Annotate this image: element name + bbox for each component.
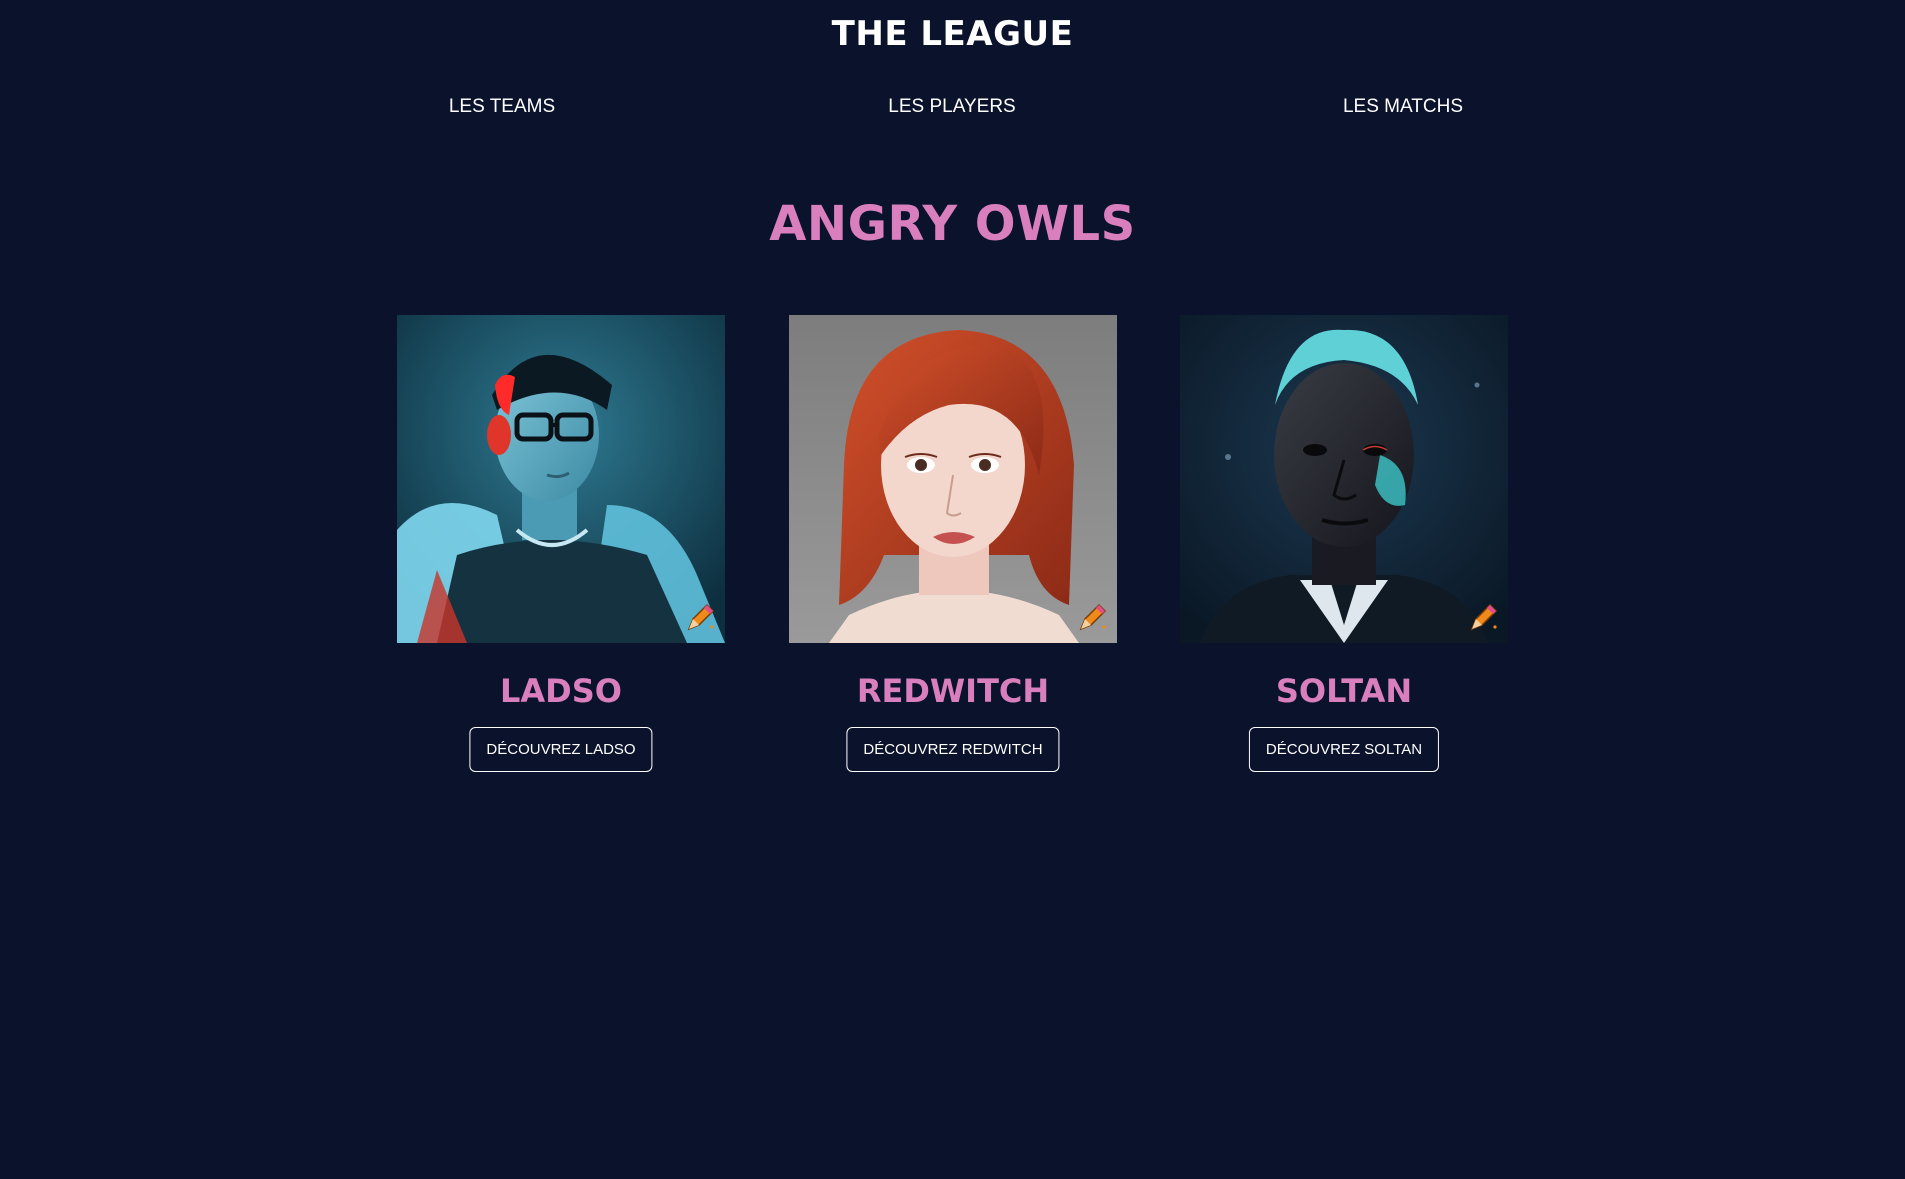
team-title: ANGRY OWLS	[769, 196, 1136, 252]
player-name-redwitch: REDWITCH	[856, 672, 1050, 710]
nav-item-matchs[interactable]: LES MATCHS	[1253, 96, 1553, 118]
player-portrait-redwitch	[789, 315, 1117, 643]
pencil-icon	[687, 603, 715, 631]
player-portrait-soltan	[1180, 315, 1508, 643]
discover-redwitch-button[interactable]: DÉCOUVREZ REDWITCH	[846, 727, 1060, 772]
nav-item-teams[interactable]: LES TEAMS	[352, 96, 652, 118]
player-card-redwitch: REDWITCH DÉCOUVREZ REDWITCH	[789, 315, 1117, 772]
player-portrait-ladso	[397, 315, 725, 643]
player-card-soltan: SOLTAN DÉCOUVREZ SOLTAN	[1180, 315, 1508, 772]
player-card-ladso: LADSO DÉCOUVREZ LADSO	[397, 315, 725, 772]
pencil-icon	[1470, 603, 1498, 631]
pencil-icon	[1079, 603, 1107, 631]
site-header: THE LEAGUE	[0, 0, 1905, 70]
discover-soltan-button[interactable]: DÉCOUVREZ SOLTAN	[1248, 727, 1440, 772]
site-title: THE LEAGUE	[831, 14, 1074, 54]
discover-ladso-button[interactable]: DÉCOUVREZ LADSO	[469, 727, 653, 772]
main-nav: LES TEAMS LES PLAYERS LES MATCHS	[0, 96, 1905, 120]
player-name-ladso: LADSO	[500, 672, 622, 710]
nav-item-players[interactable]: LES PLAYERS	[802, 96, 1102, 118]
player-name-soltan: SOLTAN	[1275, 672, 1413, 710]
